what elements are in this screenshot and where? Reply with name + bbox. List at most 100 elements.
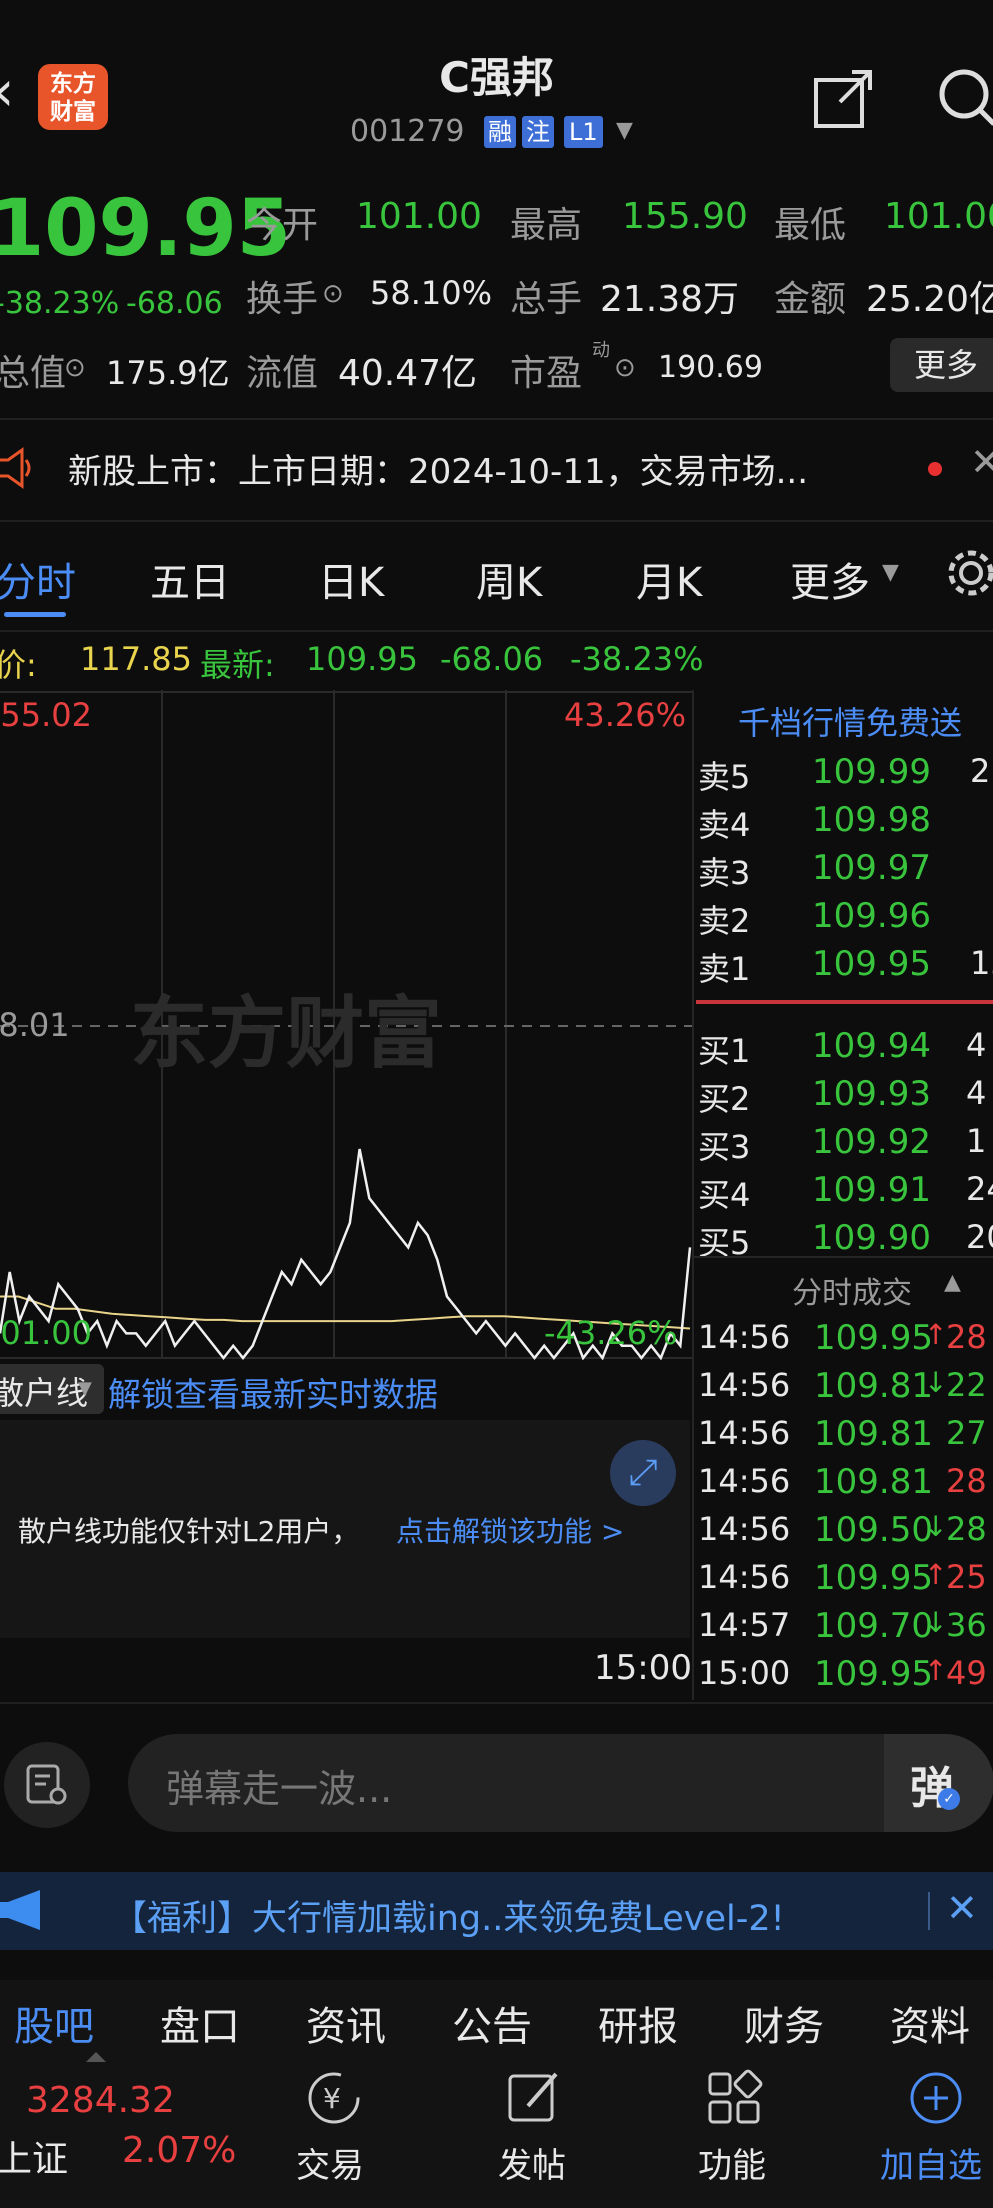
bid-price: 109.94 xyxy=(812,1026,931,1066)
bottom-tab[interactable]: 资讯 xyxy=(306,1994,386,2052)
share-icon[interactable] xyxy=(812,66,876,130)
code-dropdown-icon[interactable]: ▼ xyxy=(616,118,633,143)
tab-daily-k[interactable]: 日K xyxy=(318,550,384,608)
ask-label: 卖2 xyxy=(698,902,751,940)
bottom-tab[interactable]: 研报 xyxy=(598,1994,678,2052)
turnover-label: 换手 xyxy=(246,279,319,320)
tick-volume: 36 xyxy=(946,1606,987,1644)
change-percent: -38.23% xyxy=(0,286,120,321)
add-watchlist-icon[interactable] xyxy=(904,2066,968,2130)
tab-monthly-k[interactable]: 月K xyxy=(636,550,702,608)
bid-label: 买2 xyxy=(698,1080,751,1118)
float-label: 流值 xyxy=(246,353,319,394)
sanhu-unlock-link[interactable]: 解锁查看最新实时数据 xyxy=(108,1368,438,1416)
ask-price: 109.95 xyxy=(812,944,931,984)
bottom-tab[interactable]: 资料 xyxy=(890,1994,970,2052)
search-icon[interactable] xyxy=(936,66,993,126)
danmu-settings-icon[interactable] xyxy=(4,1742,90,1828)
tick-time: 14:56 xyxy=(698,1558,791,1596)
tick-direction: ↓ xyxy=(924,1366,948,1399)
tick-volume: 25 xyxy=(946,1558,987,1596)
ticks-expand-icon: ▲ xyxy=(944,1270,961,1295)
tick-price: 109.81 xyxy=(814,1414,933,1454)
mcap-info-icon[interactable]: ⊙ xyxy=(64,344,86,392)
tick-direction: ↑ xyxy=(924,1558,948,1591)
pct-top-label: 43.26% xyxy=(564,696,687,734)
tick-price: 109.95 xyxy=(814,1318,933,1358)
promo-text: 【福利】大行情加载ing..来领免费Level-2! xyxy=(112,1899,785,1939)
intraday-chart[interactable]: 东方财富 xyxy=(0,690,692,1360)
bottom-tab[interactable]: 财务 xyxy=(744,1994,824,2052)
ask-price: 109.99 xyxy=(812,752,931,792)
sanhu-unlock-feature-link[interactable]: 点击解锁该功能 > xyxy=(396,1510,624,1550)
bid-volume: 4 xyxy=(966,1074,987,1112)
change-amount: -68.06 xyxy=(126,286,223,321)
latest-value: 109.95 xyxy=(306,640,418,678)
bottom-tab[interactable]: 股吧 xyxy=(14,1994,94,2052)
danmu-check-icon: ✓ xyxy=(938,1788,960,1810)
open-value: 101.00 xyxy=(356,196,482,237)
bid-label: 买3 xyxy=(698,1128,751,1166)
tab-intraday[interactable]: 分时 xyxy=(0,550,76,608)
turnover-info-icon[interactable]: ⊙ xyxy=(322,270,344,318)
ask-price: 109.98 xyxy=(812,800,931,840)
bid-price: 109.90 xyxy=(812,1218,931,1258)
bottom-tab[interactable]: 公告 xyxy=(452,1994,532,2052)
tick-time: 14:56 xyxy=(698,1318,791,1356)
tick-price: 109.95 xyxy=(814,1654,933,1694)
mcap-label: 总值 xyxy=(0,353,67,394)
bid-label: 买1 xyxy=(698,1032,751,1070)
low-value: 101.00 xyxy=(884,196,993,237)
orderbook-panel xyxy=(692,690,694,1700)
nav-item-label[interactable]: 交易 xyxy=(296,2138,364,2187)
x-axis-end-label: 15:00 xyxy=(594,1648,692,1688)
amount-label: 金额 xyxy=(774,279,847,320)
volume-label: 总手 xyxy=(510,279,583,320)
tab-five-day[interactable]: 五日 xyxy=(150,550,230,608)
promo-close-icon[interactable]: ✕ xyxy=(946,1886,978,1930)
ask-volume: 15 xyxy=(970,944,993,982)
turnover-value: 58.10% xyxy=(370,274,493,312)
pe-info-icon[interactable]: ⊙ xyxy=(614,344,636,392)
post-icon[interactable] xyxy=(502,2066,566,2130)
bid-price: 109.93 xyxy=(812,1074,931,1114)
latest-pct: -38.23% xyxy=(570,640,704,678)
tick-direction: ↑ xyxy=(924,1654,948,1687)
high-value: 155.90 xyxy=(622,196,748,237)
stock-code: 001279 xyxy=(350,114,465,149)
orderbook-promo[interactable]: 千档行情免费送 xyxy=(738,698,962,744)
pe-label: 市盈 xyxy=(510,353,583,394)
badge-register: 注 xyxy=(522,116,554,148)
tick-time: 14:57 xyxy=(698,1606,791,1644)
expand-icon[interactable]: ⤢ xyxy=(610,1440,676,1506)
amount-value: 25.20亿 xyxy=(866,279,993,320)
nav-item-label[interactable]: 功能 xyxy=(698,2138,766,2187)
latest-label: 最新: xyxy=(200,646,275,684)
index-pct: 2.07% xyxy=(122,2130,237,2171)
nav-item-label[interactable]: 发帖 xyxy=(498,2138,566,2187)
bid-volume: 204 xyxy=(966,1218,993,1256)
badge-margin: 融 xyxy=(484,116,516,148)
tab-weekly-k[interactable]: 周K xyxy=(476,550,542,608)
orderbook-ticks-divider xyxy=(694,1256,993,1258)
tick-volume: 28 xyxy=(946,1462,987,1500)
tick-time: 15:00 xyxy=(698,1654,791,1692)
more-button[interactable]: 更多 xyxy=(890,338,993,392)
bid-volume: 24 xyxy=(966,1170,993,1208)
ask-label: 卖3 xyxy=(698,854,751,892)
ask-volume: 2 xyxy=(970,752,991,790)
tick-time: 14:56 xyxy=(698,1462,791,1500)
pe-value: 190.69 xyxy=(658,350,763,385)
trade-icon[interactable]: ¥ xyxy=(302,2066,366,2130)
tab-more[interactable]: 更多 xyxy=(790,550,870,608)
functions-icon[interactable] xyxy=(702,2066,766,2130)
ticks-header[interactable]: 分时成交 xyxy=(792,1268,912,1312)
nav-item-label[interactable]: 加自选 xyxy=(880,2138,982,2187)
bid-ask-divider xyxy=(696,1000,993,1004)
index-value[interactable]: 3284.32 xyxy=(26,2080,175,2121)
settings-gear-icon[interactable] xyxy=(944,546,993,600)
volume-value: 21.38万 xyxy=(600,279,740,320)
notice-close-icon[interactable]: ✕ xyxy=(970,440,993,484)
notice-text[interactable]: 新股上市：上市日期：2024-10-11，交易市场... xyxy=(68,444,808,493)
bottom-tab[interactable]: 盘口 xyxy=(160,1994,240,2052)
